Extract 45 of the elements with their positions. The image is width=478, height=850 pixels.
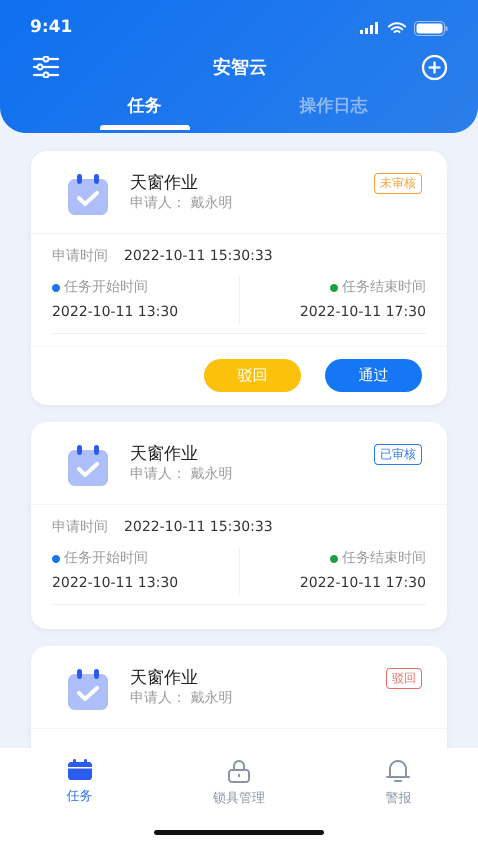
tab[interactable]: 操作日志: [288, 92, 378, 130]
add-icon[interactable]: [421, 54, 448, 80]
battery-icon: [414, 20, 448, 36]
tab[interactable]: 任务: [100, 92, 190, 130]
filter-icon[interactable]: [33, 56, 59, 78]
status-tag: 已审核: [374, 444, 422, 465]
applicant-text: 申请人： 戴永明: [130, 194, 234, 214]
lock-icon: [226, 759, 251, 783]
calendar-check-icon: [66, 444, 110, 488]
nav-tab[interactable]: 锁具管理: [178, 758, 299, 810]
nav-tab[interactable]: 警报: [338, 758, 458, 810]
task-title: 天窗作业: [130, 173, 199, 194]
end-time-label: 任务结束时间: [342, 549, 426, 568]
reject-button[interactable]: 驳回: [204, 359, 301, 392]
status-dot: [52, 554, 60, 562]
calendar-icon: [66, 759, 93, 781]
bell-icon: [385, 759, 412, 783]
apply-time-label: 申请时间: [52, 247, 108, 266]
apply-time-value: 2022-10-11 15:30:33: [124, 518, 273, 537]
start-time-value: 2022-10-11 13:30: [52, 303, 180, 322]
calendar-check-icon: [66, 668, 110, 712]
end-time-label: 任务结束时间: [342, 278, 426, 297]
start-time-label: 任务开始时间: [64, 549, 148, 568]
apply-time-value: 2022-10-11 15:30:33: [124, 247, 273, 266]
wifi-icon: [388, 22, 406, 34]
nav-tab[interactable]: 任务: [20, 758, 140, 810]
signal-icon: [360, 22, 380, 34]
task-title: 天窗作业: [130, 444, 199, 464]
status-dot: [52, 284, 60, 292]
status-tag: 未审核: [374, 173, 422, 194]
start-time-value: 2022-10-11 13:30: [52, 574, 180, 593]
status-time: 9:41: [30, 16, 72, 40]
end-time-value: 2022-10-11 17:30: [300, 303, 426, 322]
applicant-text: 申请人： 戴永明: [130, 465, 234, 484]
task-title: 天窗作业: [130, 668, 199, 688]
end-time-value: 2022-10-11 17:30: [300, 574, 426, 593]
app-title: 安智云: [213, 56, 267, 80]
approve-button[interactable]: 通过: [325, 359, 422, 392]
applicant-text: 申请人： 戴永明: [130, 689, 234, 708]
calendar-check-icon: [66, 173, 110, 217]
apply-time-label: 申请时间: [52, 518, 108, 537]
status-dot: [330, 554, 338, 562]
status-dot: [330, 284, 338, 292]
status-tag: 驳回: [386, 668, 422, 689]
start-time-label: 任务开始时间: [64, 278, 148, 297]
